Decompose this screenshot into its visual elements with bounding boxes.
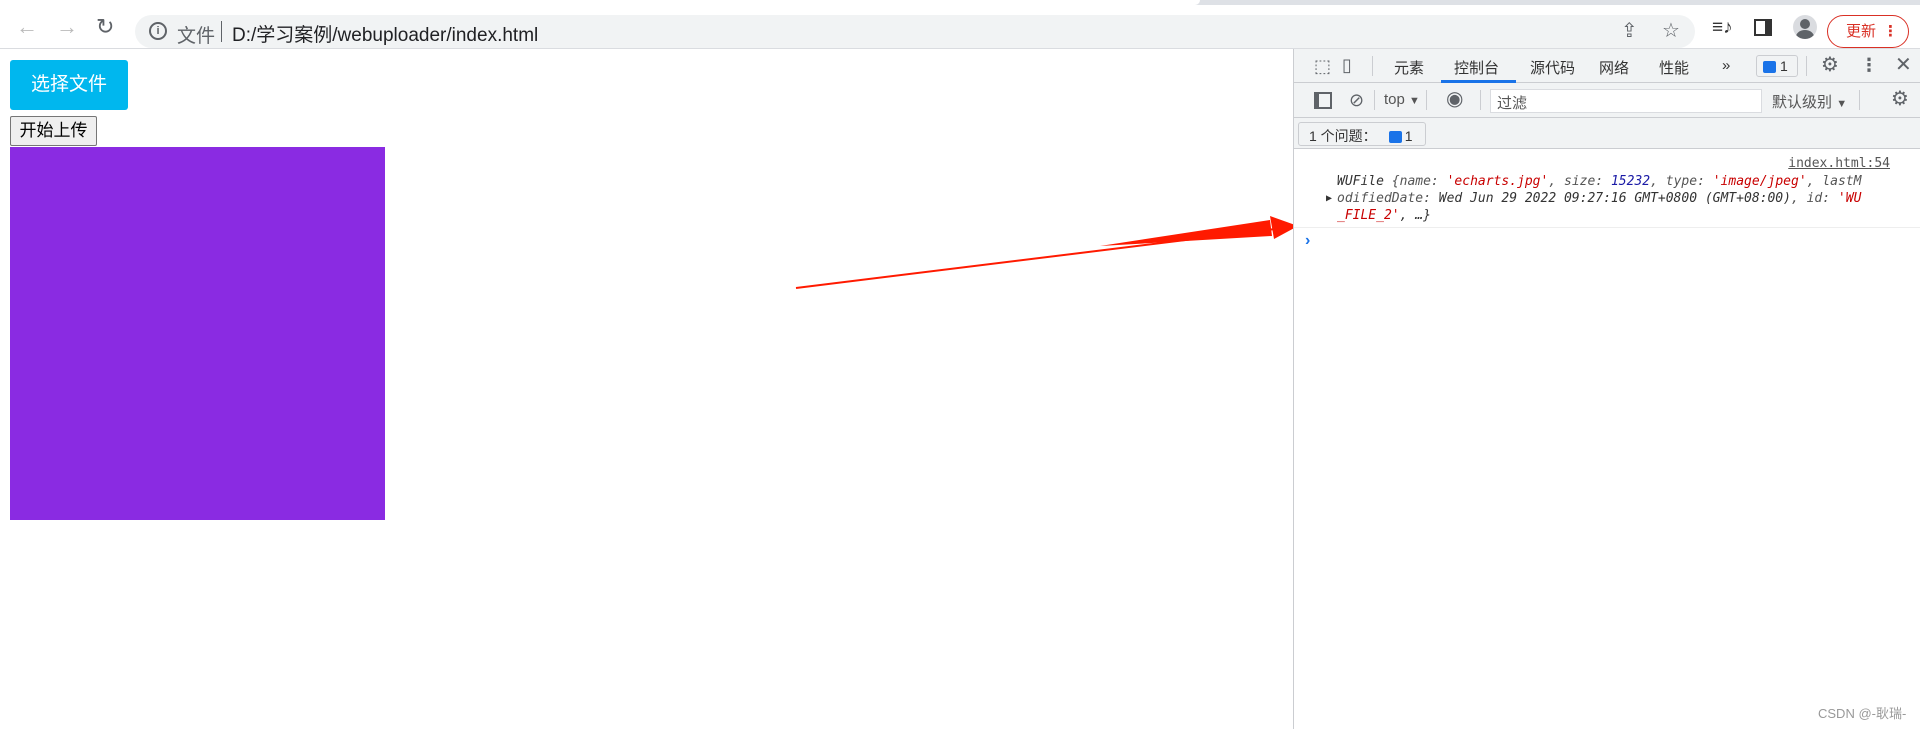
log-text: , …} (1399, 208, 1431, 223)
log-level-select[interactable]: 默认级别 ▼ (1772, 91, 1847, 112)
expand-triangle-icon[interactable]: ▶ (1326, 193, 1332, 204)
console-settings-icon[interactable]: ⚙ (1891, 89, 1909, 109)
issues-button[interactable]: 1 个问题： 1 (1298, 122, 1426, 146)
inspect-icon[interactable]: ⬚ (1314, 57, 1331, 75)
log-value: 'WU (1837, 191, 1862, 206)
watermark: CSDN @-耿瑞- (1818, 706, 1907, 721)
divider (1372, 56, 1373, 76)
console-message: index.html:54 WUFile {name: 'echarts.jpg… (1294, 154, 1920, 228)
close-icon[interactable]: ✕ (1895, 55, 1912, 75)
issue-count: 1 (1780, 58, 1788, 74)
device-toolbar-icon[interactable]: ▯ (1342, 56, 1352, 74)
tab-sources[interactable]: 源代码 (1530, 57, 1575, 78)
context-selector[interactable]: top ▼ (1384, 91, 1420, 108)
clear-console-icon[interactable]: ⊘ (1349, 91, 1364, 109)
class-name: WUFile (1337, 174, 1392, 189)
log-level-label: 默认级别 (1772, 94, 1833, 111)
source-link[interactable]: index.html:54 (1788, 156, 1890, 171)
devtools-tabbar: ⬚ ▯ 元素 控制台 源代码 网络 性能 » 1 ⚙ ⋮ ✕ (1294, 49, 1920, 83)
issues-count: 1 (1404, 128, 1413, 144)
log-value: Wed Jun 29 2022 09:27:16 GMT+0800 (GMT+0… (1438, 191, 1791, 206)
log-text: , size: (1548, 174, 1611, 189)
devtools-panel: ⬚ ▯ 元素 控制台 源代码 网络 性能 » 1 ⚙ ⋮ ✕ ⊘ top ▼ ◉… (1293, 49, 1920, 729)
dropdown-icon: ▼ (1409, 95, 1420, 107)
log-line-2: odifiedDate: Wed Jun 29 2022 09:27:16 GM… (1337, 191, 1861, 206)
log-text: , type: (1650, 174, 1713, 189)
console-toolbar: ⊘ top ▼ ◉ 过滤 默认级别 ▼ ⚙ (1294, 83, 1920, 118)
message-icon (1763, 61, 1776, 74)
log-line-1: WUFile {name: 'echarts.jpg', size: 15232… (1337, 174, 1861, 189)
divider (1426, 90, 1427, 110)
log-text: , id: (1790, 191, 1838, 206)
divider (1480, 90, 1481, 110)
divider (1374, 90, 1375, 110)
issues-badge-button[interactable]: 1 (1756, 55, 1798, 77)
divider (1859, 90, 1860, 110)
tab-console[interactable]: 控制台 (1454, 57, 1499, 78)
issues-label: 1 个问题： (1309, 128, 1377, 144)
console-prompt[interactable]: › (1305, 232, 1310, 250)
eye-icon[interactable]: ◉ (1446, 89, 1463, 109)
issues-bar: 1 个问题： 1 (1294, 118, 1920, 149)
log-line-3: _FILE_2', …} (1337, 208, 1431, 223)
log-value: 'echarts.jpg' (1446, 174, 1549, 189)
tab-performance[interactable]: 性能 (1659, 57, 1689, 78)
more-options-icon[interactable]: ⋮ (1860, 56, 1878, 74)
arrow-shaft (1100, 220, 1272, 246)
settings-icon[interactable]: ⚙ (1821, 55, 1839, 75)
context-label: top (1384, 91, 1405, 108)
log-value: _FILE_2' (1337, 208, 1400, 223)
log-value: 15232 (1610, 174, 1651, 189)
tab-network[interactable]: 网络 (1599, 57, 1629, 78)
divider (1806, 56, 1807, 76)
message-icon (1388, 131, 1402, 144)
dropdown-icon: ▼ (1836, 98, 1848, 110)
log-text: odifiedDate: (1337, 191, 1439, 206)
tab-elements[interactable]: 元素 (1394, 57, 1424, 78)
log-text: , lastM (1806, 174, 1862, 189)
log-text: {name: (1391, 174, 1447, 189)
more-tabs-button[interactable]: » (1722, 57, 1730, 74)
filter-input[interactable]: 过滤 (1490, 89, 1762, 113)
sidebar-toggle-icon[interactable] (1314, 92, 1332, 109)
log-value: 'image/jpeg' (1712, 174, 1807, 189)
